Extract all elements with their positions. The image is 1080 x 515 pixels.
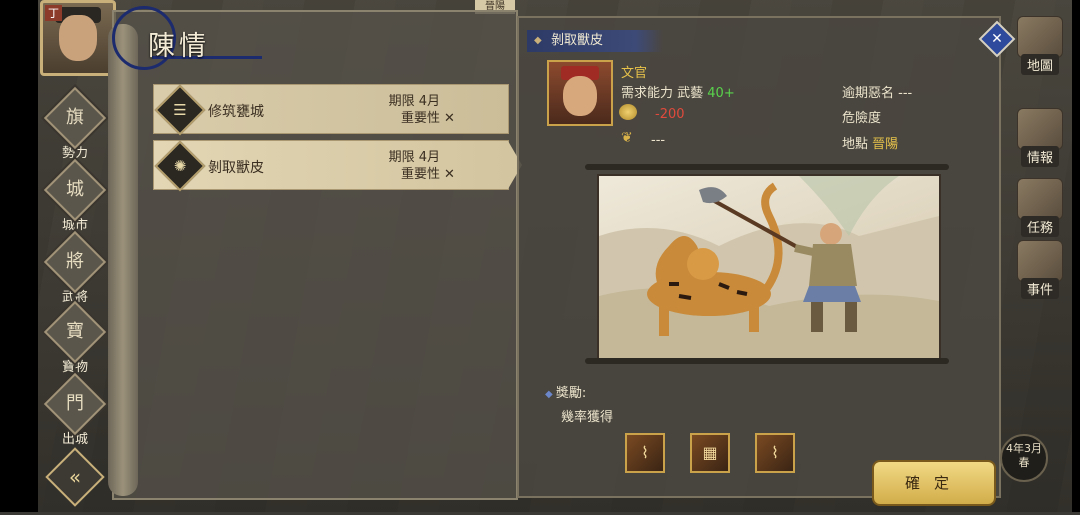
task-name: 剝取獸皮	[208, 160, 264, 176]
nav-exit-city[interactable]: 門 出城	[43, 372, 107, 447]
left-letterbox	[0, 0, 38, 512]
avatar-tag: 丁	[45, 5, 62, 21]
general-icon: 將	[43, 230, 107, 294]
task-deadline: 期限 4月	[388, 94, 440, 109]
scroll-roller	[108, 24, 138, 496]
role-label: 文官	[621, 66, 648, 81]
task-item[interactable]: ☰ 修筑甕城 期限 4月 重要性 ✕	[153, 84, 509, 136]
game-season: 春	[1018, 456, 1030, 469]
task-deadline-and-importance: 期限 4月 重要性	[380, 149, 440, 183]
task-importance: 重要性	[400, 167, 440, 182]
close-icon: ✕	[991, 31, 1003, 47]
food-cost: ---	[651, 133, 666, 148]
requirement-row: 需求能力 武藝 40+	[621, 82, 735, 101]
task-list: ☰ 修筑甕城 期限 4月 重要性 ✕ ✺ 剝取獸皮 期限 4月 重要性 ✕	[153, 84, 522, 196]
quest-icon	[1017, 178, 1063, 220]
nav-map-label: 地圖	[1020, 54, 1059, 75]
location-value: 晉陽	[872, 137, 899, 152]
scroll-rod-top	[585, 164, 949, 170]
nav-map[interactable]: 地圖	[1008, 16, 1072, 75]
game-date: 4年3月	[1006, 442, 1042, 455]
nav-city[interactable]: 城 城市	[43, 158, 107, 233]
wall-icon: ☰	[154, 84, 206, 136]
location-row: 地點 晉陽	[842, 133, 898, 152]
city-icon: 城	[43, 158, 107, 222]
location-label: 地點	[842, 137, 869, 152]
nav-quest[interactable]: 任務	[1008, 178, 1072, 237]
nav-intel-label: 情報	[1020, 146, 1059, 167]
gate-icon: 門	[43, 372, 107, 436]
nav-general[interactable]: 將 武將	[43, 230, 107, 305]
task-deadline-and-importance: 期限 4月 重要性	[380, 93, 440, 127]
panel-title: 陳情	[148, 31, 210, 62]
requirement-label: 需求能力 武藝	[621, 86, 704, 101]
reward-item-scroll-icon[interactable]: ⌇	[755, 433, 795, 473]
scroll-rod-bottom	[585, 358, 949, 364]
panel-title-box: 陳情	[112, 6, 262, 70]
nav-intel[interactable]: 情報	[1008, 108, 1072, 167]
reward-heading: 獎勵:	[545, 382, 586, 401]
danger-level: 危險度	[842, 111, 882, 126]
nav-event-label: 事件	[1020, 278, 1059, 299]
intel-icon	[1017, 108, 1063, 150]
nav-faction[interactable]: 旗 勢力	[43, 86, 107, 161]
task-name: 修筑甕城	[208, 104, 264, 120]
nav-treasure[interactable]: 寶 寶物	[43, 300, 107, 375]
official-portrait	[547, 60, 613, 126]
task-deadline: 期限 4月	[388, 150, 440, 165]
reward-item-scroll-icon[interactable]: ⌇	[625, 433, 665, 473]
task-importance: 重要性	[400, 111, 440, 126]
illustration-scroll	[585, 164, 949, 366]
food-grain-icon: ❦	[621, 130, 633, 146]
gold-cost: -200	[655, 107, 685, 122]
gold-coin-icon	[619, 104, 637, 120]
official-face	[563, 76, 597, 116]
confirm-button[interactable]: 確定	[872, 460, 996, 506]
detail-title: 剝取獸皮	[527, 30, 663, 52]
tiger-hunt-illustration	[597, 174, 941, 362]
beast-icon: ✺	[154, 140, 206, 192]
back-arrow-icon: «	[68, 465, 82, 489]
map-icon	[1017, 16, 1063, 58]
task-importance-mark: ✕	[444, 167, 455, 182]
faction-icon: 旗	[43, 86, 107, 150]
game-date-dial[interactable]: 4年3月 春	[1000, 434, 1048, 482]
avatar-face	[59, 15, 97, 61]
overdue-penalty: 逾期惡名 ---	[842, 86, 913, 101]
nav-event[interactable]: 事件	[1008, 240, 1072, 299]
event-icon	[1017, 240, 1063, 282]
nav-quest-label: 任務	[1020, 216, 1059, 237]
reward-item-map-icon[interactable]: ▦	[690, 433, 730, 473]
requirement-value: 40+	[707, 86, 735, 101]
right-letterbox	[1072, 0, 1080, 512]
treasure-icon: 寶	[43, 300, 107, 364]
player-avatar[interactable]: 丁	[40, 0, 116, 76]
task-importance-mark: ✕	[444, 111, 455, 126]
chance-label: 幾率獲得	[561, 410, 614, 425]
task-item-selected[interactable]: ✺ 剝取獸皮 期限 4月 重要性 ✕	[153, 140, 522, 192]
